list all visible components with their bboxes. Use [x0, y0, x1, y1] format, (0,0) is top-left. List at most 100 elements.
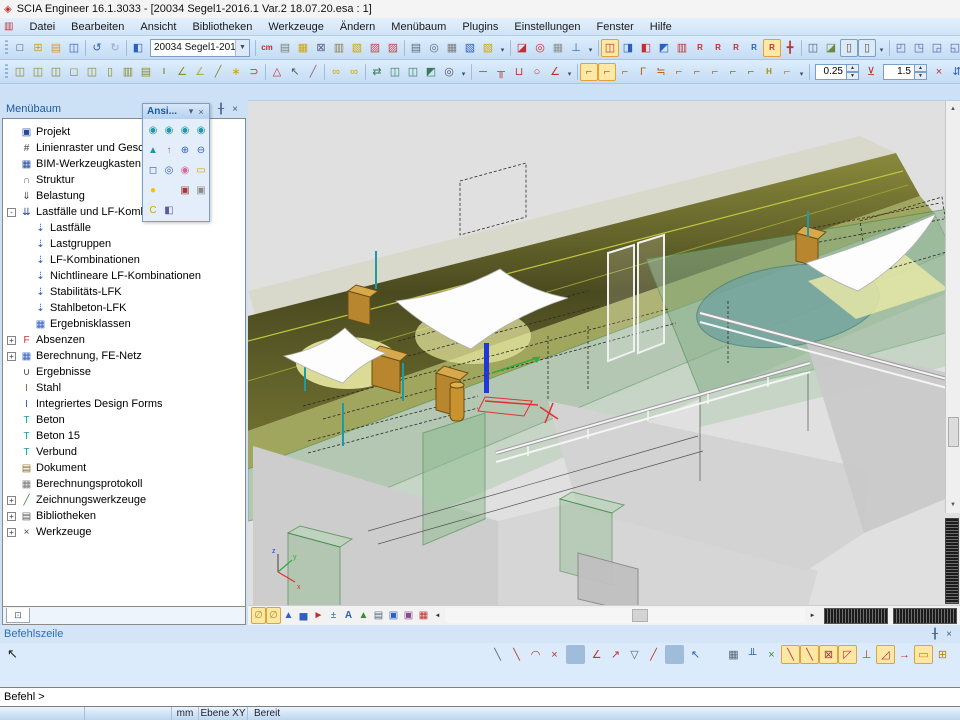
support-icon[interactable]: ╥ — [492, 63, 510, 81]
open-box-icon[interactable]: ▭ — [193, 162, 209, 178]
snap-line2-icon[interactable]: ╲ — [507, 645, 526, 664]
show-loads2-icon[interactable]: ∅ — [266, 607, 281, 624]
node-star-icon[interactable]: ∗ — [227, 63, 245, 81]
tree-nichtlineare-lfk[interactable]: ⇣ Nichtlineare LF-Kombinationen — [3, 268, 245, 284]
status-plane[interactable]: Ebene XY — [199, 707, 248, 720]
tree-bibliotheken[interactable]: + ▤ Bibliotheken — [3, 508, 245, 524]
close-icon[interactable]: × — [196, 107, 206, 117]
vertical-stripe-control[interactable] — [945, 518, 959, 604]
frame-green1-icon[interactable]: ⌐ — [724, 63, 742, 81]
save-all-icon[interactable]: ▤ — [47, 39, 65, 57]
snap-midpoint-icon[interactable]: ╲ — [800, 645, 819, 664]
toolbar-icon[interactable] — [324, 64, 325, 80]
labels-flag-icon[interactable]: ► — [311, 607, 326, 624]
menu-bibliotheken[interactable]: Bibliotheken — [184, 19, 260, 35]
hinge-icon[interactable]: ⊔ — [510, 63, 528, 81]
dimension-icon[interactable]: ⊥ — [567, 39, 585, 57]
snap-angle-icon[interactable]: ∠ — [587, 645, 606, 664]
zoom-doc-icon[interactable]: ◎ — [531, 39, 549, 57]
tree-berechnung[interactable]: + ▦ Berechnung, FE-Netz — [3, 348, 245, 364]
member-select-icon[interactable]: ◫ — [601, 39, 619, 57]
toolbar-overflow[interactable]: ▾ — [796, 63, 807, 81]
snap-line1-icon[interactable]: ╲ — [488, 645, 507, 664]
snap-green-icon[interactable]: × — [762, 645, 781, 664]
tree-lastgruppen[interactable]: ⇣ Lastgruppen — [3, 236, 245, 252]
layers-icon[interactable]: ▤ — [276, 39, 294, 57]
toolbar-icon[interactable] — [471, 64, 472, 80]
snap-calc-icon[interactable]: ⊞ — [933, 645, 952, 664]
frame-view6-icon[interactable]: ⌐ — [670, 63, 688, 81]
options-grid-icon[interactable]: ▦ — [294, 39, 312, 57]
scroll-left-icon[interactable]: ◄ — [431, 608, 444, 623]
scroll-down-icon[interactable]: ▼ — [946, 498, 960, 512]
tree-dokument[interactable]: ▤ Dokument — [3, 460, 245, 476]
document-icon[interactable]: ▤ — [371, 607, 386, 624]
stripe-control-1[interactable] — [824, 608, 888, 624]
image-icon[interactable]: ▣ — [386, 607, 401, 624]
table-layout2-icon[interactable]: ▨ — [384, 39, 402, 57]
frame-view3-icon[interactable]: ⌐ — [616, 63, 634, 81]
menu-werkzeuge[interactable]: Werkzeuge — [260, 19, 331, 35]
paste-corner1-icon[interactable]: ◰ — [892, 39, 910, 57]
view-3d-box-icon[interactable]: ◧ — [161, 202, 177, 218]
toolbar-icon[interactable] — [404, 40, 405, 56]
expand-toggle-icon[interactable]: + — [7, 336, 16, 345]
paste-corner2-icon[interactable]: ◳ — [910, 39, 928, 57]
expand-toggle-icon[interactable]: - — [7, 208, 16, 217]
zoom-window-icon[interactable]: ◻ — [145, 162, 161, 178]
project-combo[interactable]: 20034 Segel1-201 ▼ — [150, 39, 250, 57]
scroll-up-icon[interactable]: ▲ — [946, 102, 960, 116]
export-view-icon[interactable]: ◪ — [822, 39, 840, 57]
chain2-icon[interactable]: ∞ — [345, 63, 363, 81]
scale-spinner-value[interactable]: 0.25 — [815, 64, 847, 80]
expand-toggle-icon[interactable]: + — [7, 512, 16, 521]
scroll-right-icon[interactable]: ► — [806, 608, 819, 623]
factor-spinner[interactable]: 1.5 ▲▼ — [883, 64, 927, 80]
menu-einstellungen[interactable]: Einstellungen — [506, 19, 588, 35]
menu-hilfe[interactable]: Hilfe — [642, 19, 680, 35]
view-side-icon[interactable]: ◉ — [161, 122, 177, 138]
frame-yellow1-icon[interactable]: H — [760, 63, 778, 81]
beam-angle1-icon[interactable]: ∠ — [173, 63, 191, 81]
zoom-selection-icon[interactable]: ◉ — [177, 162, 193, 178]
tree-zeichnungswerkzeuge[interactable]: + ╱ Zeichnungswerkzeuge — [3, 492, 245, 508]
tree-beton[interactable]: T Beton — [3, 412, 245, 428]
beam-i-icon[interactable]: I — [155, 63, 173, 81]
snap-node-icon[interactable]: ◸ — [838, 645, 857, 664]
results-chart-icon[interactable]: ▅ — [296, 607, 311, 624]
close-icon[interactable]: × — [228, 104, 242, 115]
toolbar-icon[interactable] — [126, 40, 127, 56]
palette-icon[interactable] — [161, 182, 177, 198]
snap-segment-icon[interactable]: ╱ — [644, 645, 663, 664]
snap-intersect-icon[interactable]: ⊠ — [819, 645, 838, 664]
column-arc-icon[interactable]: ◻ — [65, 63, 83, 81]
menu-datei[interactable]: Datei — [21, 19, 63, 35]
snap-endpoint-icon[interactable]: ╲ — [781, 645, 800, 664]
beam-diag-icon[interactable]: ╱ — [209, 63, 227, 81]
snap-icon[interactable] — [705, 645, 724, 664]
numbering-icon[interactable]: ± — [326, 607, 341, 624]
calculator-icon[interactable]: ▦ — [443, 39, 461, 57]
tree-stahlbeton-lfk[interactable]: ⇣ Stahlbeton-LFK — [3, 300, 245, 316]
activity-icon[interactable]: ⊠ — [312, 39, 330, 57]
rename-x-icon[interactable]: R — [727, 39, 745, 57]
toolbar-icon[interactable] — [510, 40, 511, 56]
target-icon[interactable]: ╋ — [781, 39, 799, 57]
rename-sel-icon[interactable]: R — [691, 39, 709, 57]
snap-vector-icon[interactable]: ↗ — [606, 645, 625, 664]
toolbar-icon[interactable] — [809, 64, 810, 80]
column-icon[interactable]: ◫ — [11, 63, 29, 81]
snap-tangent-icon[interactable]: ◿ — [876, 645, 895, 664]
beam-section-icon[interactable]: ▤ — [137, 63, 155, 81]
render-photo2-icon[interactable]: ▣ — [193, 182, 209, 198]
toolbar-overflow[interactable]: ▾ — [585, 39, 596, 57]
snap-icon[interactable] — [566, 645, 585, 664]
names-icon[interactable]: A — [341, 607, 356, 624]
toolbar-icon[interactable] — [365, 64, 366, 80]
tree-ergebnisse[interactable]: ∪ Ergebnisse — [3, 364, 245, 380]
view-top-icon[interactable]: ◉ — [177, 122, 193, 138]
zoom-in-icon[interactable]: ⊕ — [177, 142, 193, 158]
toolbar-overflow[interactable]: ▾ — [458, 63, 469, 81]
viewport-3d[interactable]: z y x ▲ ▼ ∅∅▲▅►±A▲▤▣▣▦ ◄ — [248, 100, 960, 625]
tree-beton15[interactable]: T Beton 15 — [3, 428, 245, 444]
